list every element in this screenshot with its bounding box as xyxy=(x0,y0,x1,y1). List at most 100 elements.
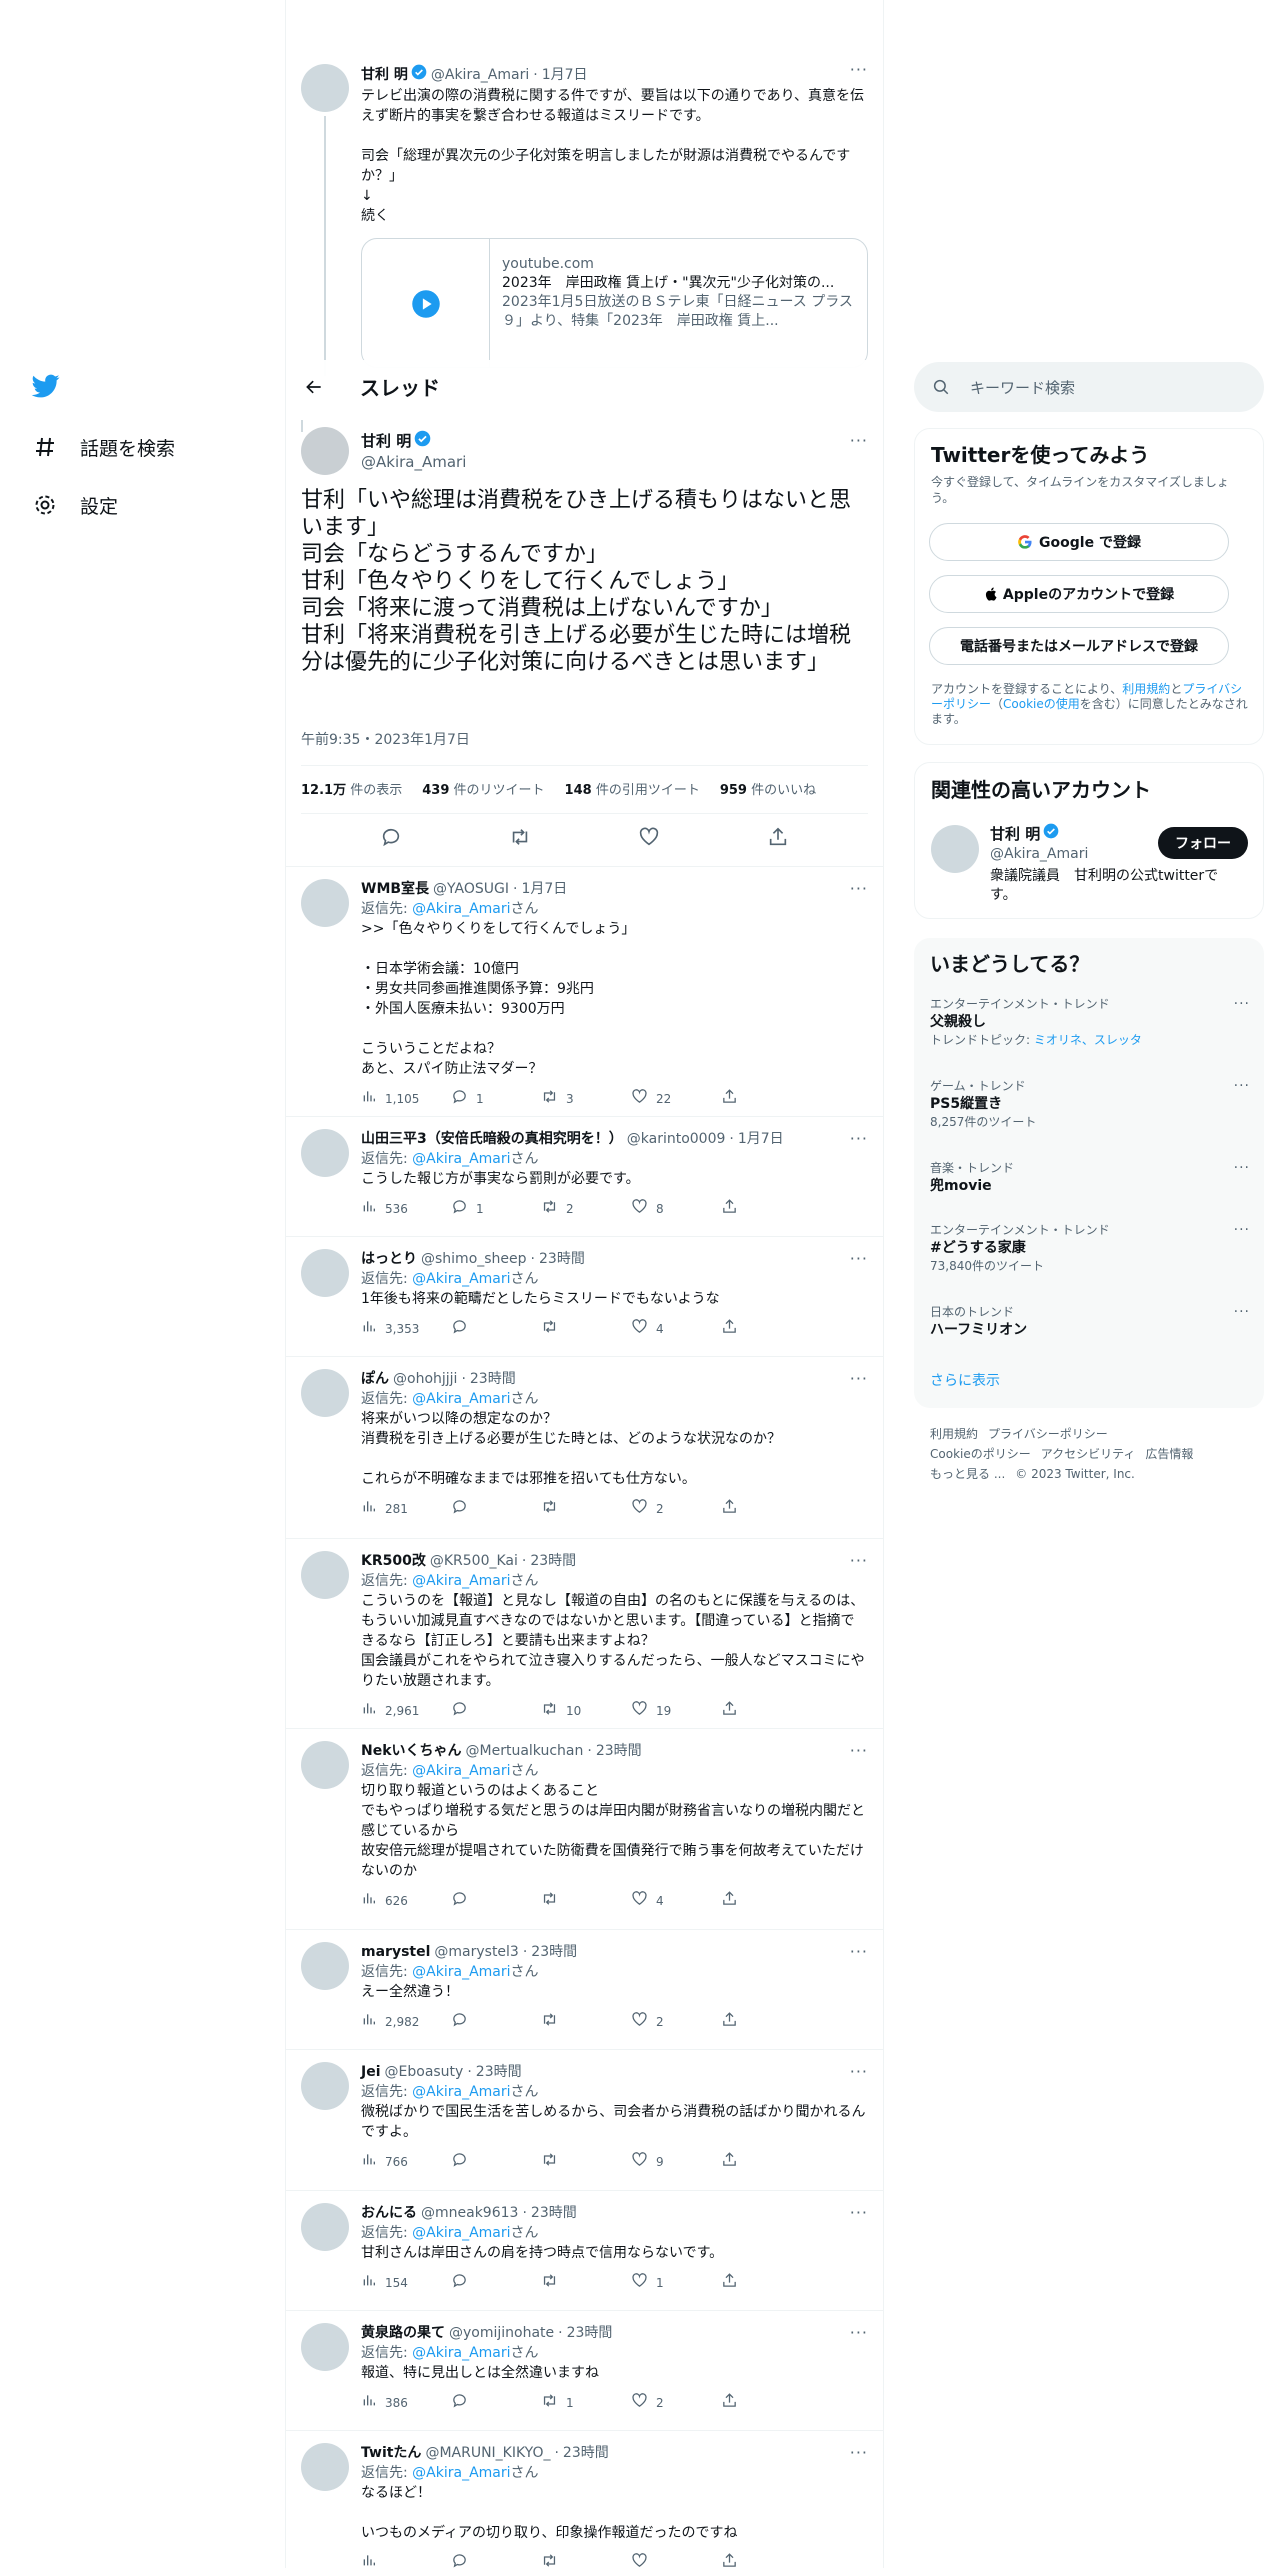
reply-to-link[interactable]: @Akira_Amari xyxy=(412,2084,510,2100)
author-name[interactable]: はっとり xyxy=(361,1249,417,1269)
like-icon[interactable] xyxy=(638,826,660,852)
reply-button[interactable] xyxy=(451,2272,541,2295)
avatar[interactable] xyxy=(301,2443,349,2491)
retweets-stat[interactable]: 439 件のリツイート xyxy=(422,779,544,798)
avatar[interactable] xyxy=(301,879,349,927)
reply-tweet[interactable]: はっとり @shimo_sheep · 23時間 返信先: @Akira_Amariさん… xyxy=(286,1237,883,1357)
views-button[interactable]: 766 xyxy=(361,2151,451,2173)
like-button[interactable]: 9 xyxy=(631,2151,721,2174)
cookie-link[interactable]: Cookieの使用 xyxy=(1003,697,1080,711)
more-icon[interactable]: ··· xyxy=(850,1249,868,1268)
retweet-icon[interactable] xyxy=(509,826,531,852)
reply-to-link[interactable]: @Akira_Amari xyxy=(412,1573,510,1589)
reply-tweet[interactable]: 山田三平3（安倍氏暗殺の真相究明を！） @karinto0009 · 1月7日 返信先:… xyxy=(286,1117,883,1237)
views-button[interactable]: 154 xyxy=(361,2272,451,2294)
more-icon[interactable]: ··· xyxy=(850,60,868,79)
more-icon[interactable]: ··· xyxy=(850,2203,868,2222)
like-button[interactable]: 2 xyxy=(631,1498,721,1521)
author-handle[interactable]: @shimo_sheep xyxy=(421,1249,527,1269)
views-button[interactable]: 386 xyxy=(361,2392,451,2414)
author-handle[interactable]: @YAOSUGI xyxy=(433,879,509,899)
reply-button[interactable] xyxy=(451,1498,541,1521)
share-button[interactable] xyxy=(721,1088,746,1111)
avatar[interactable] xyxy=(301,1551,349,1599)
share-button[interactable] xyxy=(721,2011,746,2034)
footer-ads[interactable]: 広告情報 xyxy=(1145,1447,1193,1461)
author-name[interactable]: WMB室長 xyxy=(361,879,429,899)
like-button[interactable]: 4 xyxy=(631,1890,721,1913)
follow-button[interactable]: フォロー xyxy=(1158,827,1248,859)
share-button[interactable] xyxy=(721,2552,746,2568)
reply-button[interactable] xyxy=(451,2151,541,2174)
footer-privacy[interactable]: プライバシーポリシー xyxy=(988,1427,1108,1441)
tweet-time[interactable]: 23時間 xyxy=(531,1942,577,1962)
views-button[interactable]: 626 xyxy=(361,1890,451,1912)
more-icon[interactable]: ··· xyxy=(1234,1160,1250,1176)
footer-terms[interactable]: 利用規約 xyxy=(930,1427,978,1441)
author-name[interactable]: Jei xyxy=(361,2062,381,2082)
terms-link[interactable]: 利用規約 xyxy=(1122,682,1170,696)
like-button[interactable]: 19 xyxy=(631,1700,721,1723)
reply-to-link[interactable]: @Akira_Amari xyxy=(412,901,510,917)
reply-to-link[interactable]: @Akira_Amari xyxy=(412,1964,510,1980)
author-handle[interactable]: @KR500_Kai xyxy=(430,1551,518,1571)
retweet-button[interactable] xyxy=(541,2552,631,2568)
retweet-button[interactable] xyxy=(541,1498,631,1521)
like-button[interactable]: 4 xyxy=(631,1318,721,1341)
more-icon[interactable]: ··· xyxy=(850,1551,868,1570)
views-stat[interactable]: 12.1万 件の表示 xyxy=(301,779,402,798)
footer-accessibility[interactable]: アクセシビリティ xyxy=(1041,1447,1136,1461)
author-handle[interactable]: @Akira_Amari xyxy=(431,65,529,85)
reply-button[interactable] xyxy=(451,2552,541,2568)
back-arrow-icon[interactable] xyxy=(302,375,326,399)
share-button[interactable] xyxy=(721,2272,746,2295)
tweet-time[interactable]: 23時間 xyxy=(563,2443,609,2463)
avatar[interactable] xyxy=(301,1249,349,1297)
tweet-time[interactable]: 23時間 xyxy=(596,1741,642,1761)
retweet-button[interactable] xyxy=(541,2272,631,2295)
avatar[interactable] xyxy=(301,2203,349,2251)
like-button[interactable]: 8 xyxy=(631,1198,721,1221)
more-icon[interactable]: ··· xyxy=(850,2443,868,2462)
footer-cookie[interactable]: Cookieのポリシー xyxy=(930,1447,1031,1461)
more-icon[interactable]: ··· xyxy=(850,1741,868,1760)
reply-button[interactable] xyxy=(451,1318,541,1341)
avatar[interactable] xyxy=(301,427,349,475)
like-button[interactable]: 22 xyxy=(631,1088,721,1111)
tweet-time[interactable]: 23時間 xyxy=(476,2062,522,2082)
trend-item[interactable]: エンターテインメント・トレンド #どうする家康 73,840件のツイート ··· xyxy=(930,1222,1250,1274)
reply-tweet[interactable]: 黄泉路の果て @yomijinohate · 23時間 返信先: @Akira_Amar… xyxy=(286,2311,883,2431)
footer-more[interactable]: もっと見る ... xyxy=(930,1467,1005,1481)
reply-tweet[interactable]: marystel @marystel3 · 23時間 返信先: @Akira_Amari… xyxy=(286,1930,883,2050)
phone-signup-button[interactable]: 電話番号またはメールアドレスで登録 xyxy=(929,627,1229,665)
likes-stat[interactable]: 959 件のいいね xyxy=(720,779,816,798)
reply-to-link[interactable]: @Akira_Amari xyxy=(412,2465,510,2481)
reply-tweet[interactable]: Nekいくちゃん @Mertualkuchan · 23時間 返信先: @Akira_A… xyxy=(286,1729,883,1930)
more-icon[interactable]: ··· xyxy=(850,1942,868,1961)
author-name[interactable]: Twitたん xyxy=(361,2443,421,2463)
author-name[interactable]: Nekいくちゃん xyxy=(361,1741,462,1761)
reply-to-link[interactable]: @Akira_Amari xyxy=(412,1271,510,1287)
author-handle[interactable]: @MARUNI_KIKYO_ xyxy=(425,2443,550,2463)
reply-button[interactable]: 1 xyxy=(451,1088,541,1111)
reply-tweet[interactable]: おんにる @mneak9613 · 23時間 返信先: @Akira_Amariさん 甘利… xyxy=(286,2191,883,2311)
retweet-button[interactable] xyxy=(541,1890,631,1913)
trend-item[interactable]: ゲーム・トレンド PS5縦置き 8,257件のツイート ··· xyxy=(930,1078,1250,1130)
reply-tweet[interactable]: WMB室長 @YAOSUGI · 1月7日 返信先: @Akira_Amariさん >>「… xyxy=(286,867,883,1117)
more-icon[interactable]: ··· xyxy=(850,2323,868,2342)
tweet-time[interactable]: 23時間 xyxy=(530,1551,576,1571)
show-more-link[interactable]: さらに表示 xyxy=(930,1370,1000,1390)
reply-tweet[interactable]: Jei @Eboasuty · 23時間 返信先: @Akira_Amariさん 微税ばか… xyxy=(286,2050,883,2191)
author-handle[interactable]: @yomijinohate xyxy=(449,2323,554,2343)
more-icon[interactable]: ··· xyxy=(850,1129,868,1148)
author-name[interactable]: おんにる xyxy=(361,2203,417,2223)
author-handle[interactable]: @marystel3 xyxy=(434,1942,518,1962)
share-button[interactable] xyxy=(721,1498,746,1521)
share-button[interactable] xyxy=(721,2151,746,2174)
more-icon[interactable]: ··· xyxy=(1234,1304,1250,1320)
more-icon[interactable]: ··· xyxy=(1234,996,1250,1012)
author-handle[interactable]: @karinto0009 xyxy=(627,1129,726,1149)
related-name[interactable]: 甘利 明 xyxy=(990,824,1040,844)
reply-tweet[interactable]: ぽん @ohohjjji · 23時間 返信先: @Akira_Amariさん 将来がいつ… xyxy=(286,1357,883,1539)
google-signup-button[interactable]: Google で登録 xyxy=(929,523,1229,561)
